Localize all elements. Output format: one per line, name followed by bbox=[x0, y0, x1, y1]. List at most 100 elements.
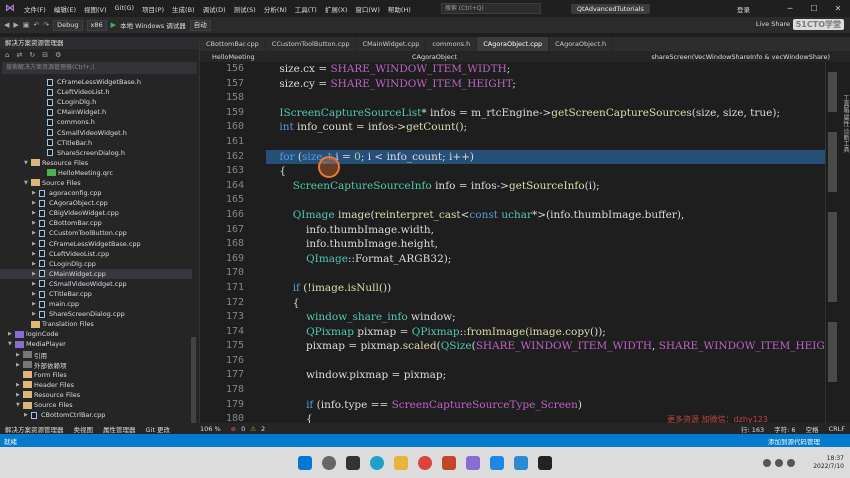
app2-icon[interactable] bbox=[514, 455, 528, 470]
visual-studio-icon[interactable] bbox=[466, 455, 480, 470]
redo-icon[interactable]: ↷ bbox=[43, 21, 49, 29]
code-line[interactable]: { bbox=[266, 296, 825, 311]
powerpoint-icon[interactable] bbox=[442, 455, 456, 470]
project-dropdown[interactable]: HelloMeeting bbox=[200, 53, 400, 61]
qq-icon[interactable] bbox=[763, 459, 771, 467]
settings-icon[interactable]: ⚙ bbox=[55, 51, 63, 59]
tree-item[interactable]: commons.h bbox=[0, 117, 192, 127]
menu-item[interactable]: 窗口(W) bbox=[351, 4, 384, 14]
tree-item[interactable]: ShareScreenDialog.h bbox=[0, 148, 192, 158]
member-dropdown[interactable]: shareScreen(VecWindowShareInfo & vecWind… bbox=[620, 53, 850, 61]
tree-item[interactable]: ▶ CMainWidget.cpp bbox=[0, 268, 192, 279]
expand-arrow-icon[interactable]: ▶ bbox=[32, 301, 39, 307]
windows-start-icon[interactable] bbox=[298, 455, 312, 470]
run-debugger-button[interactable]: 本地 Windows 调试器 bbox=[120, 20, 186, 30]
tree-item[interactable]: ▼ Resource Files bbox=[0, 158, 192, 168]
expand-arrow-icon[interactable]: ▶ bbox=[32, 281, 39, 287]
expand-arrow-icon[interactable]: ▼ bbox=[8, 341, 15, 347]
panel-tab[interactable]: 类视图 bbox=[69, 424, 99, 434]
code-line[interactable]: if (info.type == ScreenCaptureSourceType… bbox=[266, 398, 825, 413]
code-area[interactable]: size.cx = SHARE_WINDOW_ITEM_WIDTH; size.… bbox=[266, 62, 825, 423]
scope-dropdown[interactable]: CAgoraObject bbox=[400, 53, 620, 61]
tree-item[interactable]: ▶ CBottomCtrlBar.cpp bbox=[0, 410, 192, 420]
editor-tab[interactable]: CMainWidget.cpp bbox=[357, 37, 427, 51]
clock[interactable]: 18:37 2022/7/10 bbox=[813, 455, 844, 471]
tree-item[interactable]: ▶ CAgoraObject.cpp bbox=[0, 198, 192, 208]
panel-tab[interactable]: 解决方案资源管理器 bbox=[0, 424, 69, 434]
editor-tab[interactable]: CCustomToolButton.cpp bbox=[266, 37, 357, 51]
code-line[interactable]: window.pixmap = pixmap; bbox=[266, 368, 825, 383]
indent-mode[interactable]: 空格 bbox=[801, 424, 824, 434]
code-line[interactable]: info.thumbImage.width, bbox=[266, 223, 825, 238]
tree-item[interactable]: ▶ 外部依赖项 bbox=[0, 360, 192, 370]
tree-item[interactable]: ▶ Header Files bbox=[0, 380, 192, 390]
tree-item[interactable]: ▶ CSmallVideoWidget.cpp bbox=[0, 279, 192, 289]
maximize-icon[interactable]: ☐ bbox=[802, 0, 826, 17]
login-link[interactable]: 登录 bbox=[737, 4, 750, 14]
expand-arrow-icon[interactable]: ▶ bbox=[32, 230, 39, 236]
minimize-icon[interactable]: ─ bbox=[778, 0, 802, 17]
expand-arrow-icon[interactable]: ▶ bbox=[16, 392, 23, 398]
code-line[interactable] bbox=[266, 91, 825, 106]
expand-arrow-icon[interactable]: ▶ bbox=[32, 271, 39, 277]
tree-item[interactable]: ▶ CLeftVideoList.cpp bbox=[0, 249, 192, 259]
code-line[interactable]: size.cx = SHARE_WINDOW_ITEM_WIDTH; bbox=[266, 62, 825, 77]
code-line[interactable] bbox=[266, 354, 825, 369]
edge-icon[interactable] bbox=[370, 455, 384, 470]
screen-recorder-icon[interactable] bbox=[538, 455, 552, 470]
tree-item[interactable]: ▶ CBottomBar.cpp bbox=[0, 218, 192, 228]
search-icon[interactable] bbox=[322, 455, 336, 470]
global-search-input[interactable]: 搜索 (Ctrl+Q) bbox=[440, 3, 541, 14]
tree-item[interactable]: ▼ Source Files bbox=[0, 178, 192, 188]
tree-item[interactable]: CLeftVideoList.h bbox=[0, 87, 192, 97]
code-line[interactable]: ScreenCaptureSourceInfo info = infos->ge… bbox=[266, 179, 825, 194]
tree-item[interactable]: ▶ CBigVideoWidget.cpp bbox=[0, 208, 192, 218]
config-dropdown[interactable]: Debug bbox=[53, 19, 83, 31]
line-ending[interactable]: CRLF bbox=[824, 425, 850, 433]
code-line[interactable]: { bbox=[266, 164, 825, 179]
tree-item[interactable]: ▶ loginCode bbox=[0, 329, 192, 339]
menu-item[interactable]: Git(G) bbox=[111, 4, 139, 14]
tree-item[interactable]: CSmallVideoWidget.h bbox=[0, 127, 192, 137]
menu-item[interactable]: 测试(S) bbox=[230, 4, 260, 14]
expand-arrow-icon[interactable]: ▶ bbox=[32, 200, 39, 206]
panel-tab[interactable]: Git 更改 bbox=[141, 424, 175, 434]
tree-item[interactable]: CTitleBar.h bbox=[0, 138, 192, 148]
live-share-button[interactable]: Live Share bbox=[756, 20, 790, 28]
menu-item[interactable]: 帮助(H) bbox=[384, 4, 415, 14]
solution-scrollbar[interactable] bbox=[191, 337, 196, 437]
expand-arrow-icon[interactable]: ▶ bbox=[32, 291, 39, 297]
code-line[interactable]: for (size_t i = 0; i < info_count; i++) bbox=[266, 149, 825, 165]
tree-item[interactable]: ▼ MediaPlayer bbox=[0, 339, 192, 349]
tree-item[interactable]: ▶ CCustomToolButton.cpp bbox=[0, 228, 192, 238]
code-line[interactable] bbox=[266, 383, 825, 398]
volume-icon[interactable] bbox=[787, 459, 795, 467]
menu-item[interactable]: 项目(P) bbox=[138, 4, 168, 14]
file-explorer-icon[interactable] bbox=[394, 455, 408, 470]
expand-arrow-icon[interactable]: ▶ bbox=[16, 382, 23, 388]
menu-item[interactable]: 文件(F) bbox=[20, 4, 50, 14]
code-line[interactable]: int info_count = infos->getCount(); bbox=[266, 120, 825, 135]
solution-search-input[interactable]: 搜索解决方案资源管理器(Ctrl+;) bbox=[2, 62, 197, 74]
editor-tab[interactable]: commons.h bbox=[426, 37, 478, 51]
auto-dropdown[interactable]: 自动 bbox=[189, 19, 211, 31]
panel-tab[interactable]: 属性管理器 bbox=[98, 424, 141, 434]
tree-item[interactable]: ▶ CTitleBar.cpp bbox=[0, 289, 192, 299]
expand-arrow-icon[interactable]: ▼ bbox=[24, 160, 31, 166]
expand-arrow-icon[interactable]: ▶ bbox=[32, 220, 39, 226]
menu-item[interactable]: 编辑(E) bbox=[50, 4, 80, 14]
play-icon[interactable]: ▶ bbox=[111, 21, 116, 29]
menu-item[interactable]: 生成(B) bbox=[168, 4, 199, 14]
zoom-level[interactable]: 106 % bbox=[195, 425, 226, 433]
editor-tab[interactable]: CAgoraObject.cpp bbox=[477, 37, 550, 51]
warning-icon[interactable]: ⚠ bbox=[245, 425, 261, 433]
code-line[interactable]: info.thumbImage.height, bbox=[266, 237, 825, 252]
undo-icon[interactable]: ↶ bbox=[33, 21, 39, 29]
expand-arrow-icon[interactable]: ▶ bbox=[16, 362, 23, 368]
refresh-icon[interactable]: ↻ bbox=[29, 51, 37, 59]
tree-item[interactable]: ▶ CFrameLessWidgetBase.cpp bbox=[0, 239, 192, 249]
expand-arrow-icon[interactable]: ▶ bbox=[24, 412, 31, 418]
code-line[interactable]: QImage::Format_ARGB32); bbox=[266, 252, 825, 267]
tree-item[interactable]: ▶ agoraconfig.cpp bbox=[0, 188, 192, 198]
tree-item[interactable]: ▶ main.cpp bbox=[0, 299, 192, 309]
